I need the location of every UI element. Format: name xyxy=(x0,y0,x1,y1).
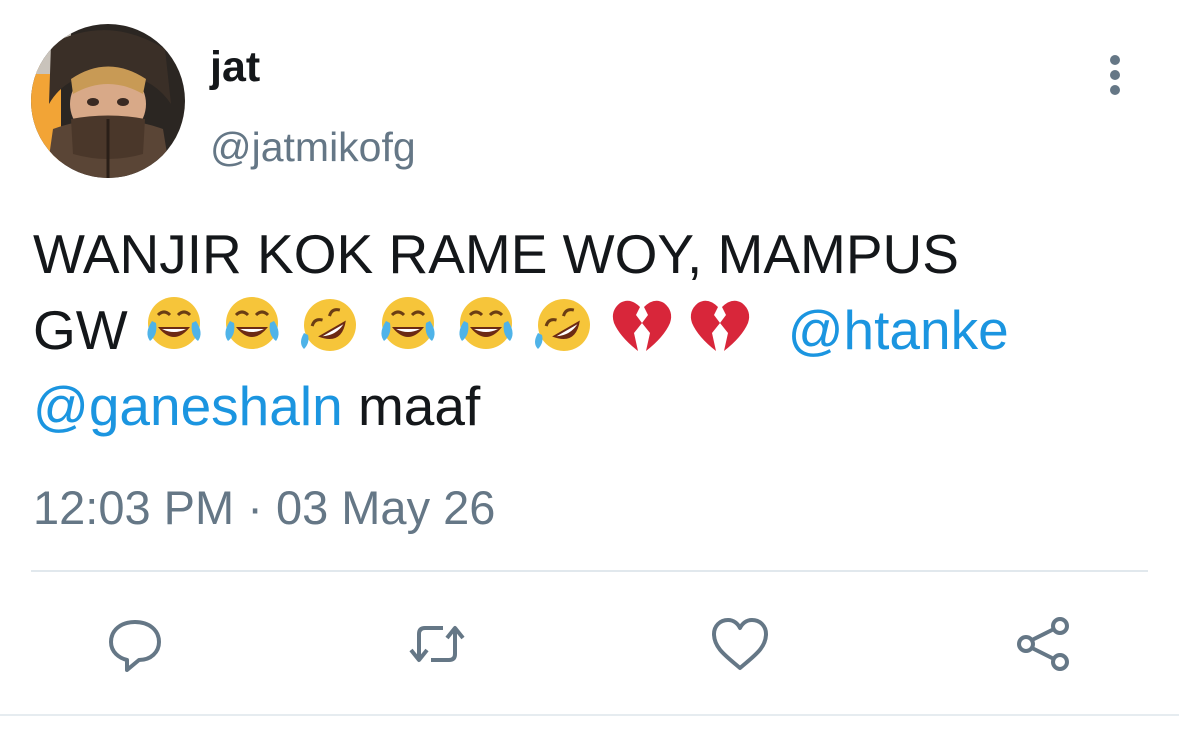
retweet-icon[interactable] xyxy=(405,612,469,676)
face-with-tears-of-joy-icon xyxy=(142,293,220,359)
mention-link[interactable]: @htanke xyxy=(788,299,1009,361)
face-with-tears-of-joy-icon xyxy=(454,293,532,359)
broken-heart-icon xyxy=(688,293,766,359)
tweet-text-line-1: WANJIR KOK RAME WOY, MAMPUS xyxy=(33,223,959,285)
face-with-tears-of-joy-icon xyxy=(376,293,454,359)
tweet-text-gw: GW xyxy=(33,299,128,361)
tweet-text-line-2: GW @htanke xyxy=(33,292,1143,368)
rolling-on-floor-laughing-icon xyxy=(532,293,610,359)
tweet-text-end: maaf xyxy=(357,375,481,437)
share-icon[interactable] xyxy=(1012,612,1076,676)
rolling-on-floor-laughing-icon xyxy=(298,293,376,359)
divider xyxy=(31,570,1148,572)
display-name[interactable]: jat xyxy=(210,42,260,92)
user-handle[interactable]: @jatmikofg xyxy=(210,122,416,172)
face-with-tears-of-joy-icon xyxy=(220,293,298,359)
tweet-text: WANJIR KOK RAME WOY, MAMPUS GW @htanke @… xyxy=(33,216,1143,444)
avatar[interactable] xyxy=(31,24,185,178)
mention-link[interactable]: @ganeshaln xyxy=(33,375,343,437)
more-options-icon[interactable] xyxy=(1094,52,1136,98)
reply-icon[interactable] xyxy=(103,612,167,676)
like-icon[interactable] xyxy=(708,612,772,676)
broken-heart-icon xyxy=(610,293,688,359)
tweet: jat @jatmikofg WANJIR KOK RAME WOY, MAMP… xyxy=(0,0,1179,735)
emoji-sequence xyxy=(142,293,766,359)
divider xyxy=(0,714,1179,716)
tweet-text-line-3: @ganeshaln maaf xyxy=(33,368,1143,444)
timestamp[interactable]: 12:03 PM · 03 May 26 xyxy=(33,480,495,536)
